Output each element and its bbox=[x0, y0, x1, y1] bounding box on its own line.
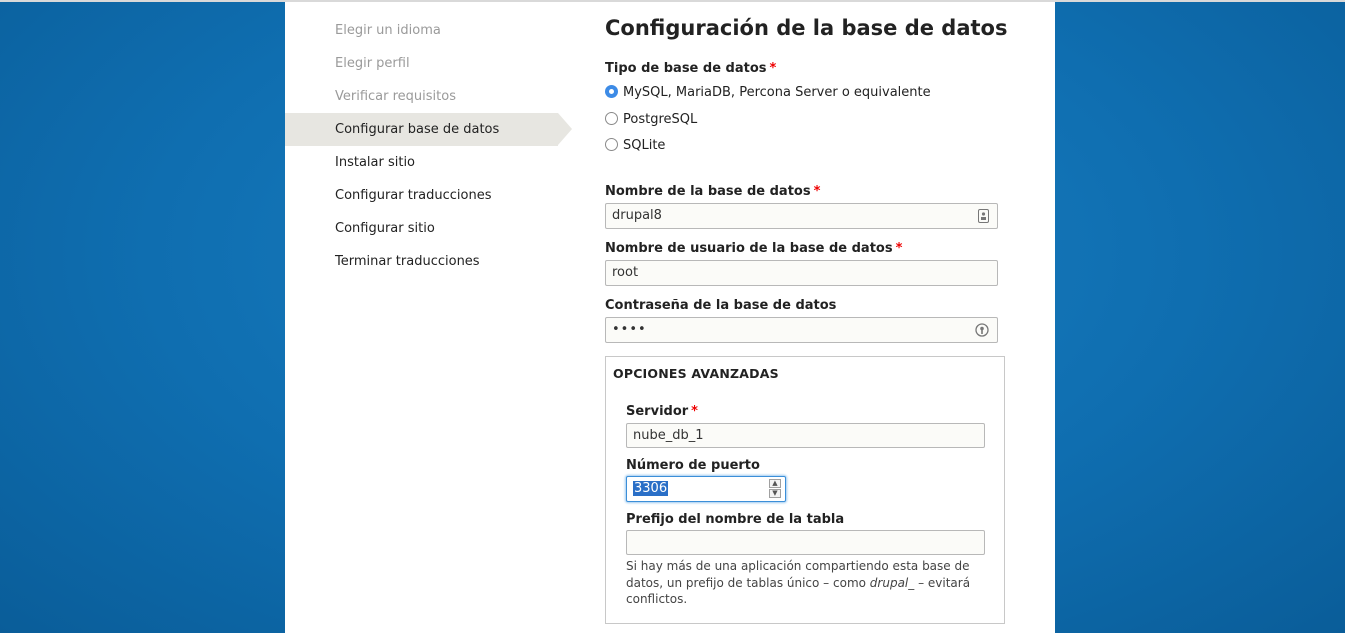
port-number-input[interactable]: 3306 ▲ ▼ bbox=[626, 476, 786, 502]
stepper-up-icon[interactable]: ▲ bbox=[769, 479, 781, 488]
radio-unchecked-icon[interactable] bbox=[605, 138, 618, 151]
db-user-label: Nombre de usuario de la base de datos * bbox=[605, 241, 903, 256]
prefix-description: Si hay más de una aplicación compartiend… bbox=[626, 559, 971, 606]
radio-postgresql-label: PostgreSQL bbox=[623, 112, 698, 127]
radio-checked-icon[interactable] bbox=[605, 85, 618, 98]
host-input[interactable]: nube_db_1 bbox=[626, 423, 985, 448]
step-choose-profile: Elegir perfil bbox=[335, 56, 410, 71]
stepper-down-icon[interactable]: ▼ bbox=[769, 489, 781, 498]
db-type-label: Tipo de base de datos * bbox=[605, 61, 777, 76]
port-stepper[interactable]: ▲ ▼ bbox=[769, 479, 781, 499]
prefix-label: Prefijo del nombre de la tabla bbox=[626, 512, 845, 527]
advanced-options-fieldset: OPCIONES AVANZADAS Servidor * nube_db_1 N… bbox=[605, 356, 1005, 624]
db-name-label: Nombre de la base de datos * bbox=[605, 184, 821, 199]
step-configure-database: Configurar base de datos bbox=[285, 113, 572, 146]
port-label: Número de puerto bbox=[626, 458, 760, 473]
step-configure-translations: Configurar traducciones bbox=[335, 188, 492, 203]
required-mark: * bbox=[691, 404, 698, 419]
required-mark: * bbox=[769, 61, 777, 76]
db-name-input[interactable]: drupal8 bbox=[605, 203, 998, 229]
radio-unchecked-icon[interactable] bbox=[605, 112, 618, 125]
db-pass-input[interactable]: •••• bbox=[605, 317, 998, 343]
autofill-contact-icon[interactable] bbox=[978, 209, 989, 223]
radio-sqlite[interactable]: SQLite bbox=[605, 138, 665, 153]
step-choose-language: Elegir un idioma bbox=[335, 23, 441, 38]
radio-mysql-label: MySQL, MariaDB, Percona Server o equival… bbox=[623, 85, 931, 100]
radio-sqlite-label: SQLite bbox=[623, 138, 666, 153]
host-label: Servidor * bbox=[626, 404, 698, 419]
step-verify-requirements: Verificar requisitos bbox=[335, 89, 456, 104]
install-panel: Elegir un idioma Elegir perfil Verificar… bbox=[285, 2, 1055, 633]
step-install-site: Instalar sitio bbox=[335, 155, 416, 170]
prefix-input[interactable] bbox=[626, 530, 985, 555]
password-key-icon[interactable] bbox=[975, 323, 989, 337]
radio-postgresql[interactable]: PostgreSQL bbox=[605, 112, 697, 127]
radio-mysql[interactable]: MySQL, MariaDB, Percona Server o equival… bbox=[605, 85, 931, 100]
step-finish-translations: Terminar traducciones bbox=[335, 254, 480, 269]
db-pass-label: Contraseña de la base de datos bbox=[605, 298, 837, 313]
db-user-input[interactable]: root bbox=[605, 260, 998, 286]
step-configure-site: Configurar sitio bbox=[335, 221, 435, 236]
page-title: Configuración de la base de datos bbox=[605, 16, 1008, 40]
required-mark: * bbox=[895, 241, 903, 256]
required-mark: * bbox=[813, 184, 821, 199]
advanced-options-title[interactable]: OPCIONES AVANZADAS bbox=[613, 366, 779, 381]
